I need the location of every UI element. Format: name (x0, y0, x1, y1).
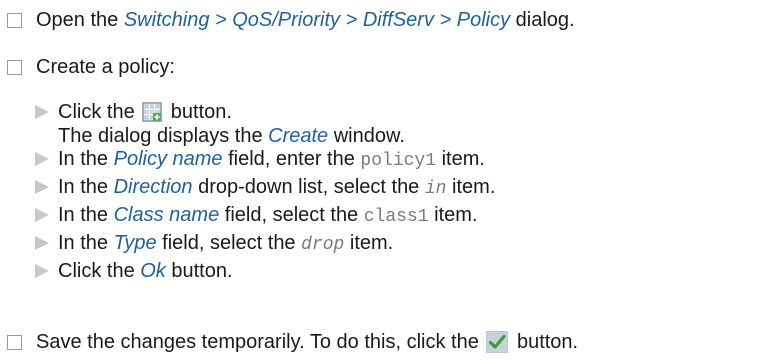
step-checkbox-2[interactable] (7, 60, 22, 75)
step-2-text: Create a policy: (36, 56, 175, 78)
field-policy-name: Policy name (113, 148, 223, 170)
field-direction: Direction (113, 176, 193, 198)
substep-1-result: The dialog displays the Create window. (58, 125, 405, 147)
value-class1: class1 (363, 207, 429, 227)
field-type: Type (113, 232, 157, 254)
dialog-path: Switching > QoS/Priority > DiffServ > Po… (123, 9, 511, 31)
substep-1-text: Click the button. (58, 101, 232, 123)
step-1-text: Open the Switching > QoS/Priority > Diff… (36, 9, 575, 31)
step-3-text: Save the changes temporarily. To do this… (36, 331, 579, 353)
step-checkbox-3[interactable] (7, 335, 22, 350)
create-window-ref: Create (268, 125, 329, 147)
substep-arrow-5 (35, 236, 49, 250)
substep-arrow-2 (35, 152, 49, 166)
substep-arrow-4 (35, 208, 49, 222)
substep-6-text: Click the Ok button. (58, 260, 233, 282)
value-in: in (424, 179, 447, 199)
value-drop: drop (301, 235, 345, 255)
value-policy1: policy1 (360, 151, 437, 171)
substep-4-text: In the Class name field, select the clas… (58, 204, 478, 227)
checkmark-icon (486, 331, 509, 353)
substep-arrow-3 (35, 180, 49, 194)
create-table-icon (142, 102, 163, 122)
step-checkbox-1[interactable] (7, 13, 22, 28)
substep-5-text: In the Type field, select the drop item. (58, 232, 394, 255)
substep-3-text: In the Direction drop-down list, select … (58, 176, 496, 199)
ok-button-ref: Ok (140, 260, 166, 282)
field-class-name: Class name (113, 204, 220, 226)
substep-arrow-6 (35, 264, 49, 278)
substep-2-text: In the Policy name field, enter the poli… (58, 148, 485, 171)
substep-arrow-1 (35, 105, 49, 119)
